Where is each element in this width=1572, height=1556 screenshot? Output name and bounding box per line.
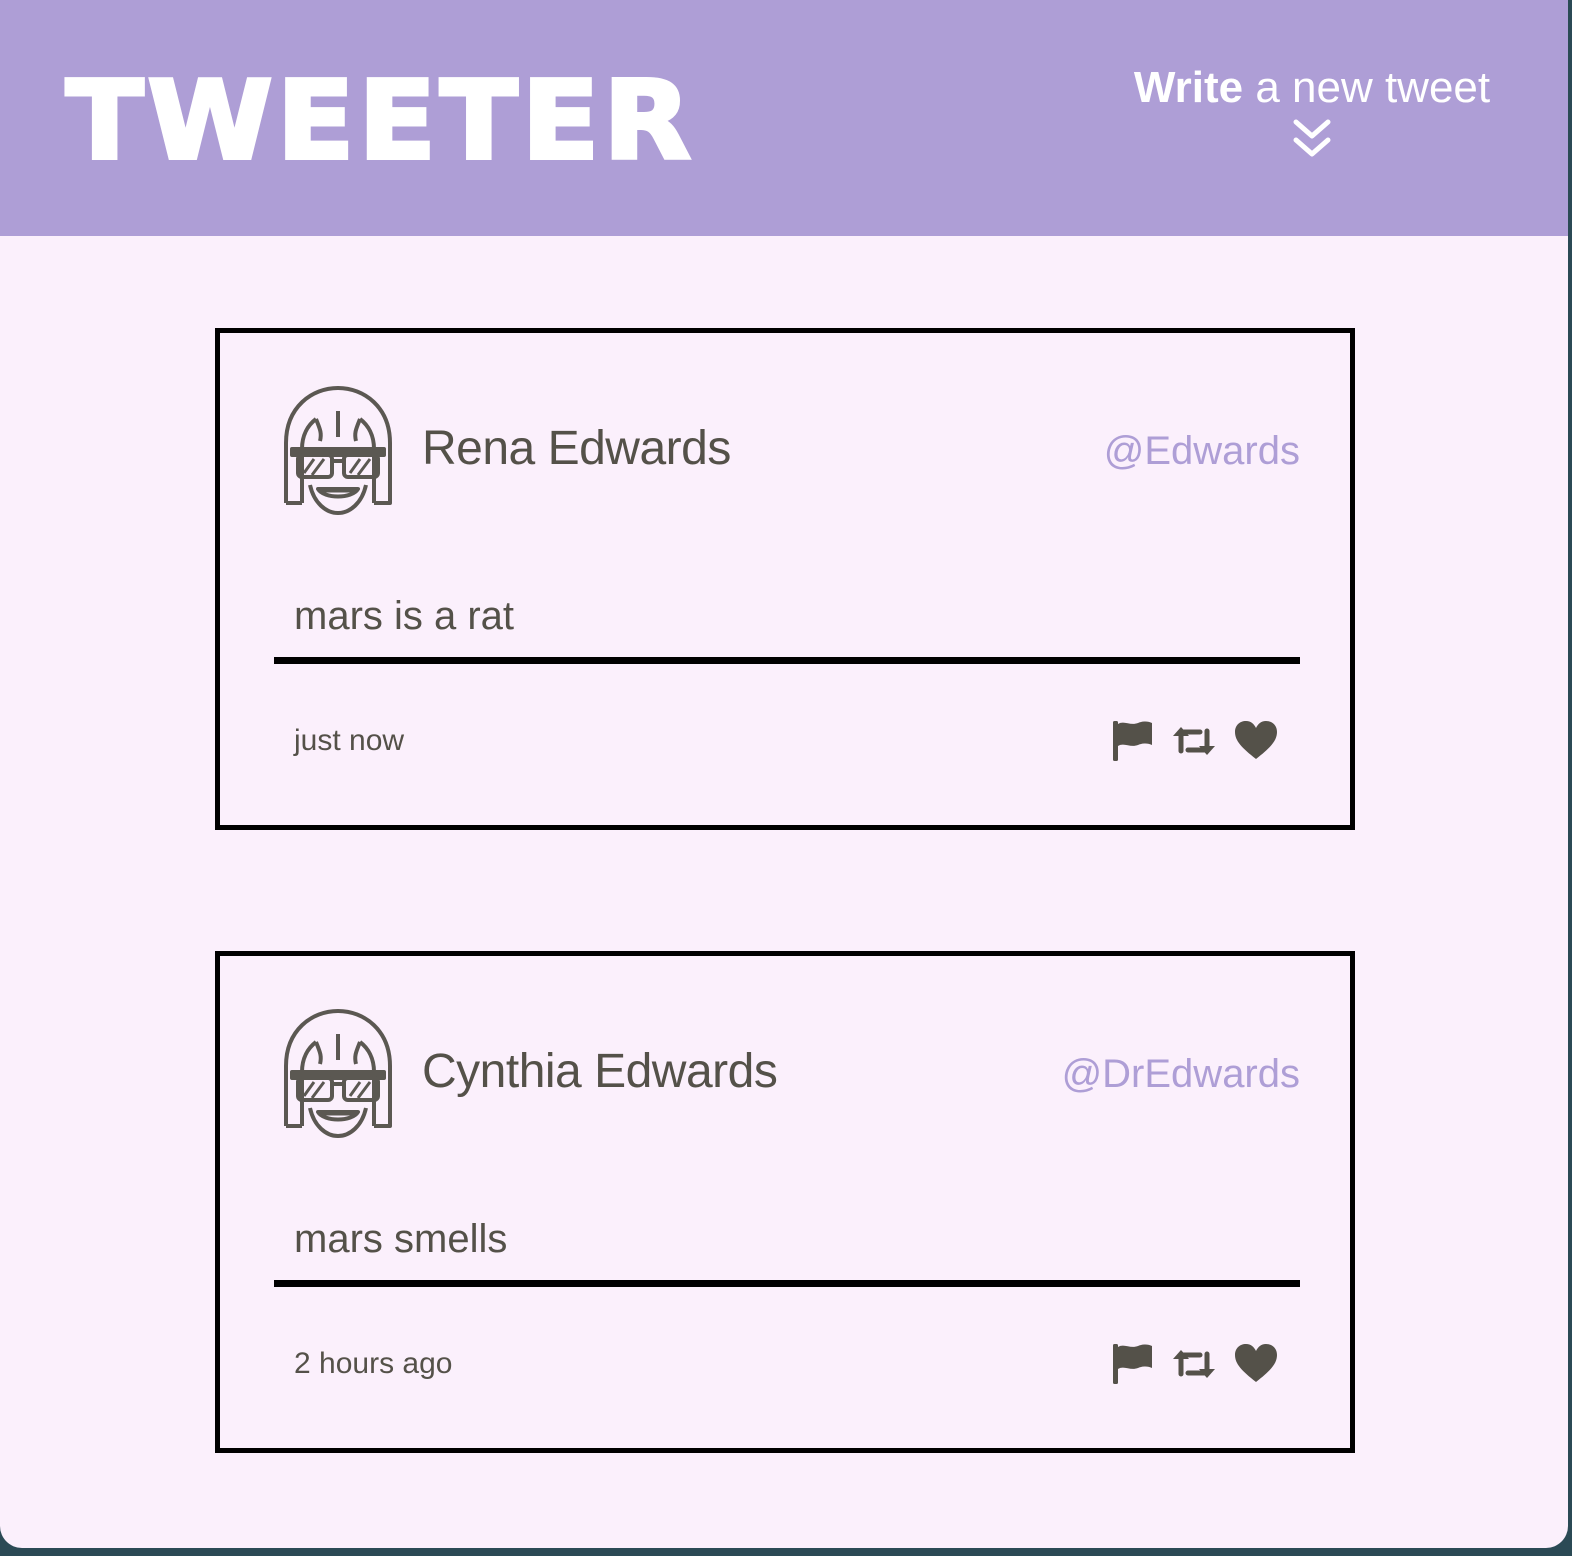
flag-icon[interactable] [1110,719,1154,763]
timestamp: 2 hours ago [294,1347,453,1380]
compose-label[interactable]: Write a new tweet [1122,62,1502,114]
avatar-icon [284,386,392,515]
tweet-actions [1110,719,1278,763]
display-name: Rena Edwards [422,422,731,475]
heart-icon[interactable] [1234,719,1278,763]
compose-label-bold[interactable]: Write [1134,63,1243,112]
double-chevron-down-icon[interactable] [1290,118,1334,162]
timestamp: just now [294,724,405,757]
tweet-card: Rena Edwards @Edwards mars is a rat just… [215,328,1355,830]
user-handle[interactable]: @DrEdwards [1062,1050,1300,1098]
retweet-icon[interactable] [1172,719,1216,763]
compose-label-rest[interactable]: a new tweet [1243,63,1490,112]
tweet-actions [1110,1342,1278,1386]
divider [274,657,1300,664]
user-handle[interactable]: @Edwards [1104,427,1300,475]
display-name: Cynthia Edwards [422,1045,778,1098]
tweet-content: mars smells [294,1217,508,1261]
brand-logo[interactable]: TWEETER [64,60,695,184]
divider [274,1280,1300,1287]
tweet-content: mars is a rat [294,594,515,638]
retweet-icon[interactable] [1172,1342,1216,1386]
avatar-icon [284,1009,392,1138]
tweet-card: Cynthia Edwards @DrEdwards mars smells 2… [215,951,1355,1453]
flag-icon[interactable] [1110,1342,1154,1386]
compose-toggle[interactable]: Write a new tweet [1122,62,1502,162]
top-nav: TWEETER Write a new tweet [0,0,1568,236]
heart-icon[interactable] [1234,1342,1278,1386]
page: TWEETER Write a new tweet Rena Edwards @… [0,0,1568,1548]
